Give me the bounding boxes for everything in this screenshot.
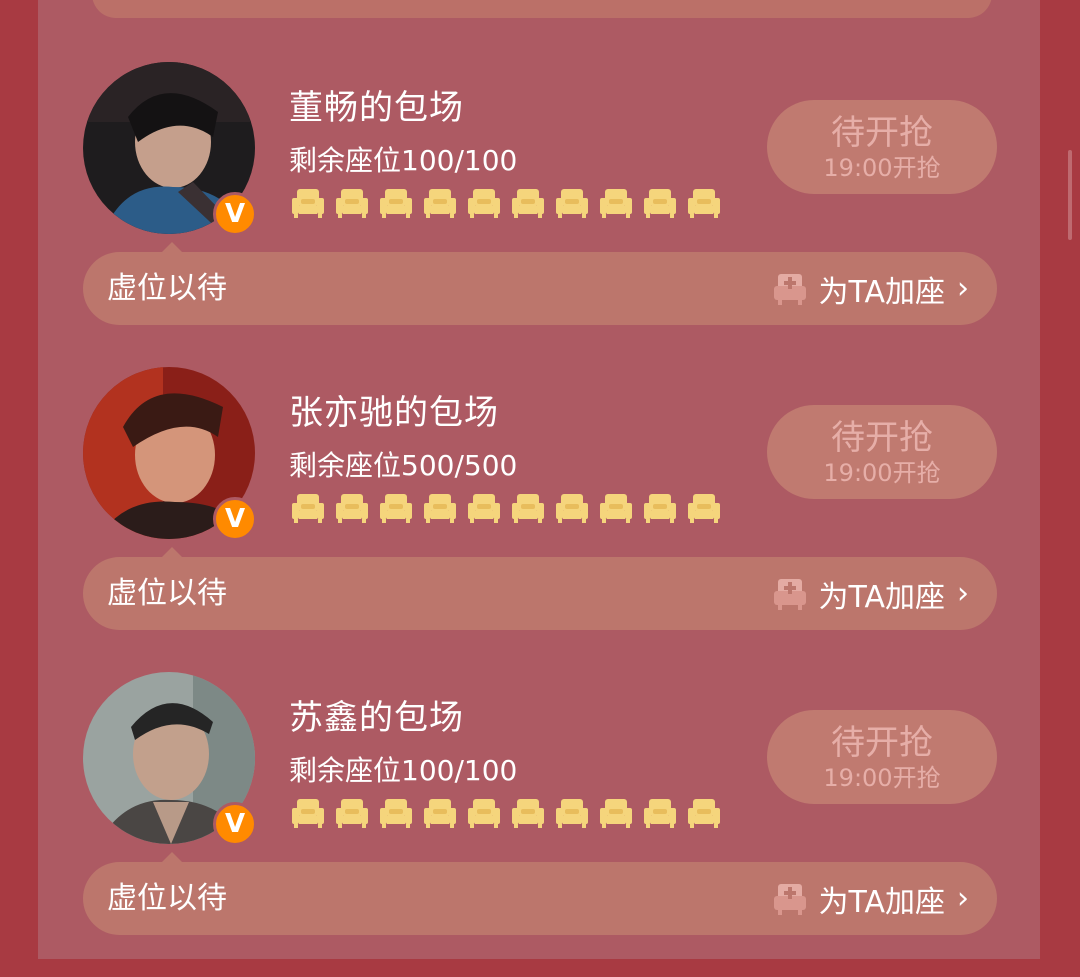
add-seat-icon [774,578,807,610]
armchair-icon [600,189,632,218]
remaining-seats: 剩余座位100/100 [289,144,518,177]
verified-v-icon: V [213,802,257,846]
armchair-icon [600,494,632,523]
verified-v-icon: V [213,192,257,236]
armchair-icon [336,799,368,828]
add-seat-icon [774,883,807,915]
armchair-icon [424,494,456,523]
session-card: V 苏鑫的包场 剩余座位100/100 待开抢 19:00开抢 虚位以待 为TA… [0,672,1080,977]
grab-button[interactable]: 待开抢 19:00开抢 [767,405,997,499]
armchair-icon [468,494,500,523]
add-seat-label: 为TA加座 [818,579,945,615]
add-seat-button[interactable]: 为TA加座 › [772,862,969,935]
waiting-bar: 虚位以待 为TA加座 › [83,252,997,325]
armchair-icon [688,799,720,828]
armchair-icon [600,799,632,828]
waiting-bar: 虚位以待 为TA加座 › [83,862,997,935]
waiting-text: 虚位以待 [107,881,227,916]
grab-button[interactable]: 待开抢 19:00开抢 [767,710,997,804]
armchair-icon [688,189,720,218]
armchair-icon [336,494,368,523]
session-title: 董畅的包场 [289,88,464,128]
add-seat-button[interactable]: 为TA加座 › [772,557,969,630]
armchair-icon [468,189,500,218]
armchair-icon [292,494,324,523]
armchair-icon [380,799,412,828]
session-card: V 张亦驰的包场 剩余座位500/500 待开抢 19:00开抢 虚位以待 为T… [0,367,1080,672]
add-seat-label: 为TA加座 [818,884,945,920]
waiting-bar: 虚位以待 为TA加座 › [83,557,997,630]
armchair-icon [292,799,324,828]
grab-button-label: 待开抢 [831,723,933,763]
armchair-icon [688,494,720,523]
armchair-icon [380,494,412,523]
verified-v-icon: V [213,497,257,541]
armchair-icon [512,494,544,523]
armchair-icon [380,189,412,218]
grab-start-time: 19:00开抢 [823,154,941,182]
session-title: 苏鑫的包场 [289,698,464,738]
armchair-icon [468,799,500,828]
session-title: 张亦驰的包场 [289,393,499,433]
add-seat-label: 为TA加座 [818,274,945,310]
seat-icons-row [291,187,721,221]
armchair-icon [292,189,324,218]
grab-button[interactable]: 待开抢 19:00开抢 [767,100,997,194]
armchair-icon [556,189,588,218]
armchair-icon [424,799,456,828]
armchair-icon [644,189,676,218]
seat-icons-row [291,797,721,831]
chevron-right-icon: › [957,881,969,916]
add-seat-icon [774,273,807,305]
chevron-right-icon: › [957,576,969,611]
session-card: V 董畅的包场 剩余座位100/100 待开抢 19:00开抢 虚位以待 为TA… [0,62,1080,367]
armchair-icon [424,189,456,218]
armchair-icon [556,494,588,523]
armchair-icon [644,494,676,523]
waiting-text: 虚位以待 [107,271,227,306]
armchair-icon [512,189,544,218]
chevron-right-icon: › [957,271,969,306]
armchair-icon [644,799,676,828]
grab-button-label: 待开抢 [831,113,933,153]
grab-start-time: 19:00开抢 [823,459,941,487]
seat-icons-row [291,492,721,526]
remaining-seats: 剩余座位100/100 [289,754,518,787]
previous-session-bar [92,0,992,18]
armchair-icon [512,799,544,828]
grab-button-label: 待开抢 [831,418,933,458]
add-seat-button[interactable]: 为TA加座 › [772,252,969,325]
armchair-icon [556,799,588,828]
grab-start-time: 19:00开抢 [823,764,941,792]
waiting-text: 虚位以待 [107,576,227,611]
armchair-icon [336,189,368,218]
remaining-seats: 剩余座位500/500 [289,449,518,482]
